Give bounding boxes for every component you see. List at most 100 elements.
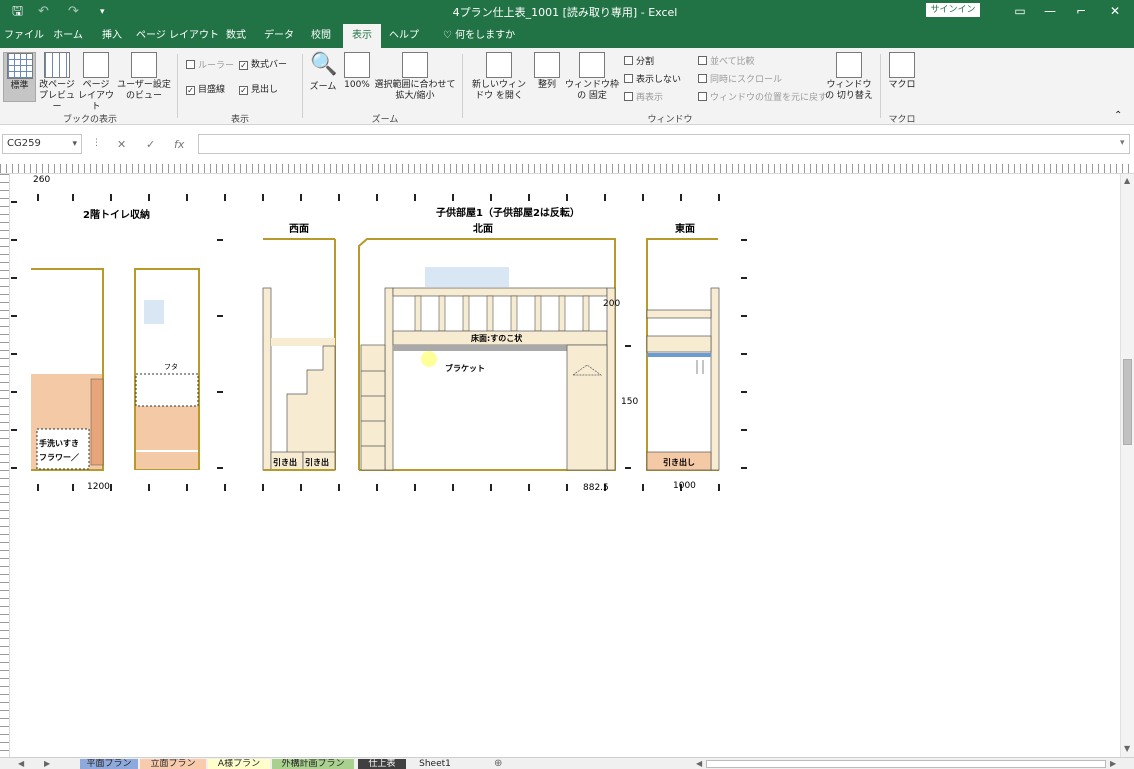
scroll-up-icon[interactable]: ▲ <box>1124 176 1130 185</box>
sync-scroll-button[interactable]: 同時にスクロール <box>698 74 782 86</box>
prev-sheet-icon[interactable]: ◀ <box>18 759 24 768</box>
hscroll-left-icon[interactable]: ◀ <box>696 759 702 768</box>
name-box[interactable]: CG259 <box>2 134 82 154</box>
sheet-tab-elevation[interactable]: 立面プラン <box>140 759 206 769</box>
enter-icon[interactable]: ✓ <box>146 138 155 151</box>
page-break-icon <box>44 52 70 78</box>
tab-review[interactable]: 校閲 <box>304 24 338 48</box>
close-icon[interactable]: ✕ <box>1100 2 1130 20</box>
qat-customize-icon[interactable]: ▾ <box>100 3 105 21</box>
vertical-scroll-thumb[interactable] <box>1123 359 1132 445</box>
sheet-tab-finish-table[interactable]: 仕上表 <box>358 759 406 769</box>
sheet-tab-bar: ◀ ▶ 平面プラン 立面プラン A様プラン 外構計画プラン 仕上表 Sheet1… <box>0 757 1134 769</box>
collapse-ribbon-icon[interactable]: ⌃ <box>1114 110 1122 121</box>
split-button[interactable]: 分割 <box>624 56 654 68</box>
tab-home[interactable]: ホーム <box>48 24 88 48</box>
gridlines-checkbox[interactable]: ✓ 目盛線 <box>186 85 225 96</box>
formula-input[interactable] <box>198 134 1130 154</box>
reset-window-position-button[interactable]: ウィンドウの位置を元に戻す <box>698 92 827 104</box>
switch-windows-button[interactable]: ウィンドウの 切り替え <box>824 52 874 108</box>
east-elevation-title: 東面 <box>675 222 695 235</box>
headings-label: 見出し <box>251 85 279 95</box>
sync-scroll-icon <box>698 74 707 83</box>
dim-1200-label: 1200 <box>87 482 110 492</box>
horizontal-scrollbar[interactable] <box>706 760 1106 768</box>
new-window-button[interactable]: 新しいウィンドウ を開く <box>468 52 530 108</box>
headings-checkbox[interactable]: ✓ 見出し <box>239 85 278 96</box>
cancel-icon[interactable]: ✕ <box>117 138 126 151</box>
sheet-tab-a-plan[interactable]: A様プラン <box>208 759 270 769</box>
macro-label: マクロ <box>888 80 916 90</box>
child-room-title: 子供部屋1（子供部屋2は反転） <box>436 206 580 219</box>
split-label: 分割 <box>636 57 655 67</box>
switch-windows-icon <box>836 52 862 78</box>
tab-data[interactable]: データ <box>260 24 298 48</box>
scroll-down-icon[interactable]: ▼ <box>1124 744 1130 753</box>
redo-icon[interactable]: ↷ <box>68 3 79 21</box>
hand-wash-label: 手洗いすき <box>39 438 79 448</box>
add-sheet-icon[interactable]: ⊕ <box>494 758 502 769</box>
toilet-storage-right: フタ <box>134 268 200 470</box>
hand-wash-label-2: フラワー／ <box>39 452 79 462</box>
expand-formula-icon[interactable]: ▾ <box>1120 138 1125 148</box>
group-separator <box>302 54 303 118</box>
zoom-button[interactable]: 🔍 ズーム <box>306 52 340 102</box>
tab-insert[interactable]: 挿入 <box>94 24 130 48</box>
tab-file[interactable]: ファイル <box>4 24 44 48</box>
save-icon[interactable]: 🖫 <box>12 3 23 21</box>
tell-me-search[interactable]: ♡ 何をしますか <box>436 24 522 48</box>
hscroll-right-icon[interactable]: ▶ <box>1110 759 1116 768</box>
normal-view-button[interactable]: 標準 <box>3 52 36 102</box>
ruler-checkbox[interactable]: ルーラー <box>186 60 234 72</box>
side-by-side-button[interactable]: 並べて比較 <box>698 56 755 68</box>
insert-function-icon[interactable]: fx <box>174 138 184 151</box>
bracket-label: ブラケット <box>445 363 485 373</box>
drawer-2-label: 引き出 <box>305 457 329 467</box>
page-layout-view-button[interactable]: ページ レイアウト <box>78 52 114 112</box>
sheet-tab-exterior[interactable]: 外構計画プラン <box>272 759 354 769</box>
north-elevation-title: 北面 <box>473 222 493 235</box>
dim-200-label: 200 <box>603 299 620 309</box>
minimize-icon[interactable]: — <box>1035 2 1065 20</box>
show-group-label: 表示 <box>230 115 249 125</box>
freeze-panes-button[interactable]: ウィンドウ枠の 固定 <box>564 52 620 108</box>
maximize-icon[interactable]: ⌐ <box>1066 2 1096 20</box>
tab-help[interactable]: ヘルプ <box>386 24 422 48</box>
worksheet-grid[interactable]: 260 2階トイレ収納 手洗いすき フラワー／ フタ 1200 西面 引き出 引… <box>11 174 1119 757</box>
magnifier-icon: 🔍 <box>310 52 338 77</box>
tab-formulas[interactable]: 数式 <box>220 24 252 48</box>
page-break-preview-button[interactable]: 改ページ プレビュー <box>38 52 76 112</box>
window-title: 4プラン仕上表_1001 [読み取り専用] - Excel <box>452 6 678 19</box>
zoom-100-button[interactable]: 100% <box>342 52 372 102</box>
custom-views-button[interactable]: ユーザー設定 のビュー <box>116 52 172 108</box>
unhide-button[interactable]: 再表示 <box>624 92 663 104</box>
group-separator <box>880 54 881 118</box>
east-elevation: 引き出し <box>646 238 720 471</box>
signin-button[interactable]: サインイン <box>926 3 980 17</box>
ribbon-display-icon[interactable]: ▭ <box>1005 2 1035 20</box>
toilet-storage-title: 2階トイレ収納 <box>83 208 150 221</box>
formula-bar-checkbox[interactable]: ✓ 数式バー <box>239 60 287 71</box>
sheet-tab-plan[interactable]: 平面プラン <box>80 759 138 769</box>
sheet-tab-sheet1[interactable]: Sheet1 <box>410 759 460 769</box>
next-sheet-icon[interactable]: ▶ <box>44 759 50 768</box>
zoom-100-label: 100% <box>344 80 370 90</box>
vertical-scrollbar[interactable]: ▲ ▼ <box>1120 174 1134 757</box>
macros-button[interactable]: マクロ <box>886 52 918 108</box>
checkbox-checked-icon: ✓ <box>239 86 248 95</box>
hide-button[interactable]: 表示しない <box>624 74 681 86</box>
arrange-icon <box>534 52 560 78</box>
zoom-to-selection-button[interactable]: 選択範囲に合わせて 拡大/縮小 <box>374 52 456 108</box>
checkbox-checked-icon: ✓ <box>239 61 248 70</box>
undo-icon[interactable]: ↶ <box>38 3 49 21</box>
arrange-button[interactable]: 整列 <box>532 52 562 102</box>
normal-view-icon <box>6 53 33 79</box>
tab-view[interactable]: 表示 <box>343 24 381 48</box>
hide-label: 表示しない <box>636 75 682 85</box>
floor-label: 床面:すのこ状 <box>471 333 523 343</box>
tell-me-label: 何をしますか <box>455 30 516 41</box>
zoom-label: ズーム <box>309 82 337 92</box>
tab-page-layout[interactable]: ページ レイアウト <box>136 24 219 48</box>
macro-group-label: マクロ <box>888 115 916 125</box>
workbook-views-group-label: ブックの表示 <box>62 115 117 125</box>
